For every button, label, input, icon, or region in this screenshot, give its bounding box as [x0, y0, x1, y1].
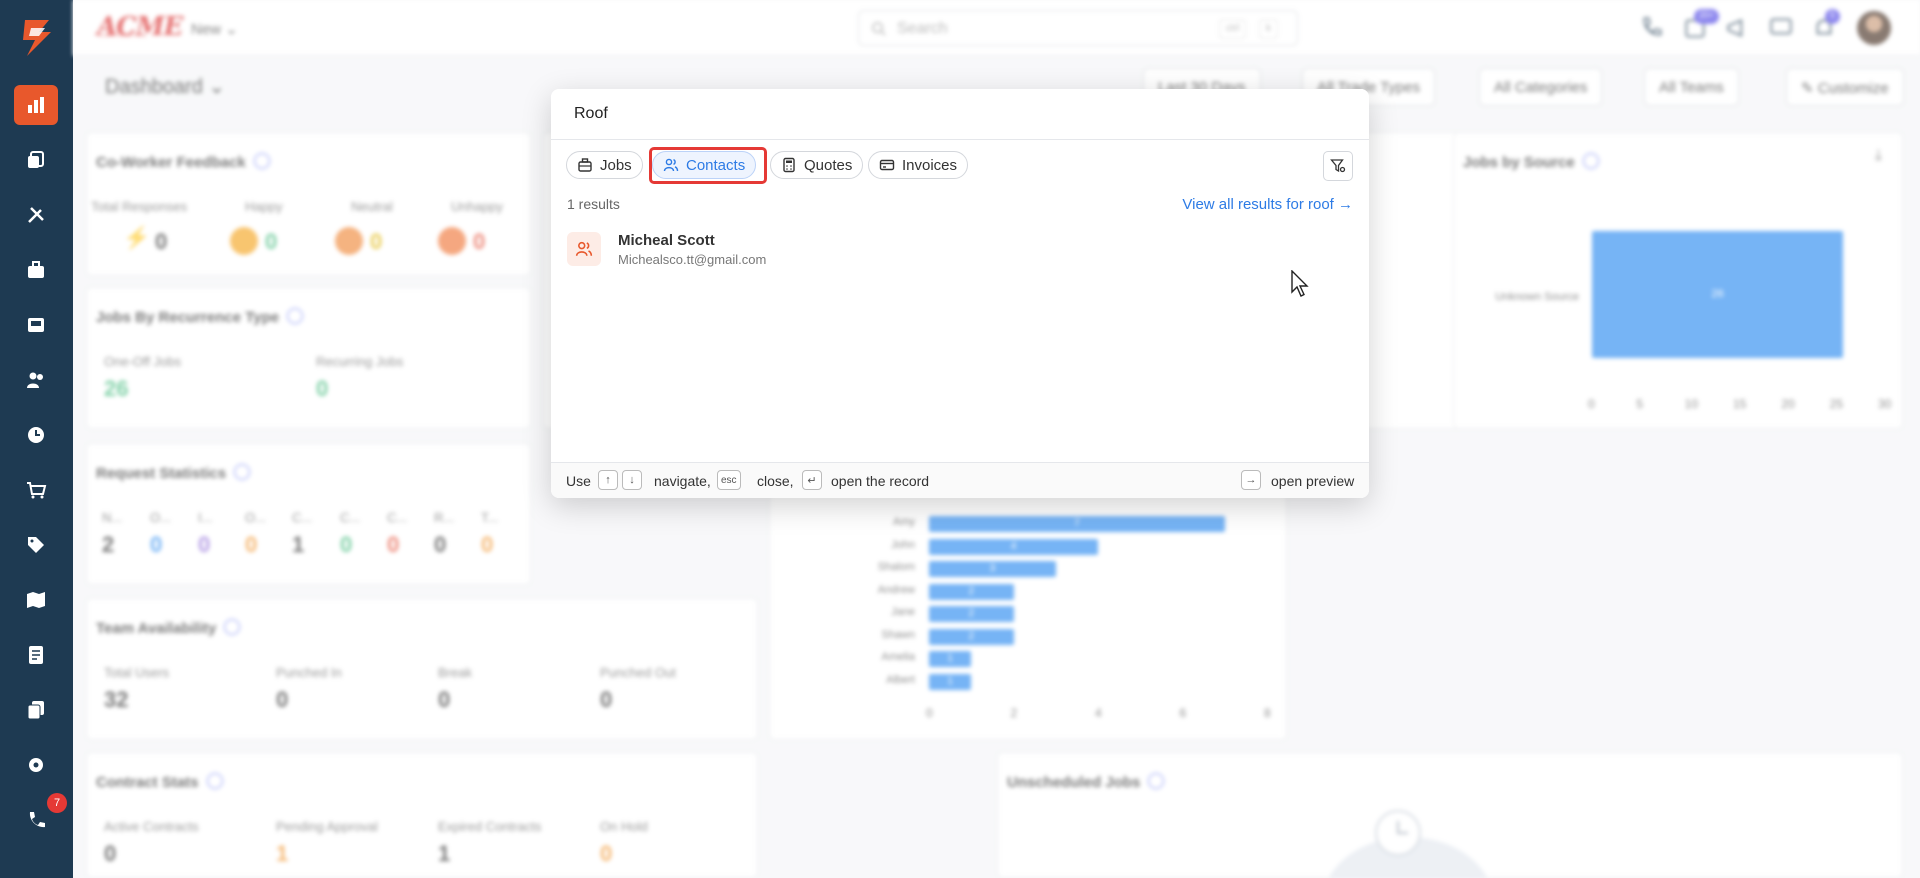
notification-badge: 7 — [47, 793, 67, 813]
sidebar-item-time[interactable] — [14, 415, 58, 455]
sidebar-item-contacts[interactable] — [14, 360, 58, 400]
sidebar-item-copy[interactable] — [14, 140, 58, 180]
global-search-modal: Jobs Contacts Quotes Invoices 1 results … — [551, 89, 1369, 498]
tag-icon — [28, 537, 44, 553]
footer-close-label: close, — [757, 473, 794, 489]
view-all-results-link[interactable]: View all results for roof → — [1182, 196, 1353, 213]
tools-icon — [28, 207, 44, 223]
search-result-item[interactable]: Micheal Scott Michealsco.tt@gmail.com — [567, 229, 1353, 271]
copy-icon — [28, 151, 44, 168]
map-icon — [27, 592, 45, 608]
sidebar-item-inbox[interactable] — [14, 305, 58, 345]
result-email: Michealsco.tt@gmail.com — [618, 252, 767, 267]
sidebar-item-cart[interactable] — [14, 470, 58, 510]
search-query-input[interactable] — [551, 89, 1369, 140]
view-all-label: View all results for roof — [1182, 196, 1334, 213]
sidebar-item-tools[interactable] — [14, 195, 58, 235]
result-count: 1 results — [567, 196, 620, 212]
esc-key: esc — [717, 470, 741, 490]
arrow-right-icon: → — [1338, 196, 1353, 213]
arrow-up-key-icon: ↑ — [598, 470, 618, 490]
app-logo-icon[interactable] — [17, 16, 57, 60]
phone-icon — [29, 812, 45, 828]
footer-use-label: Use — [566, 473, 591, 489]
footer-navigate-label: navigate, — [654, 473, 711, 489]
bar-chart-icon — [28, 97, 44, 113]
tab-label: Quotes — [804, 156, 853, 174]
inbox-icon — [28, 318, 44, 332]
sidebar-item-dashboard[interactable] — [14, 85, 58, 125]
briefcase-icon — [578, 158, 592, 172]
contact-result-icon — [567, 232, 601, 266]
briefcase-icon — [28, 261, 44, 278]
tab-quotes[interactable]: Quotes — [770, 151, 864, 179]
keyboard-hints-footer: Use ↑ ↓ navigate, esc close, ↵ open the … — [551, 462, 1369, 498]
tab-invoices[interactable]: Invoices — [868, 151, 969, 179]
result-name: Micheal Scott — [618, 232, 715, 249]
arrow-down-key-icon: ↓ — [622, 470, 642, 490]
tab-label: Invoices — [902, 156, 958, 174]
footer-open-preview-label: open preview — [1271, 473, 1355, 489]
cart-icon — [27, 482, 47, 499]
document-icon — [29, 646, 43, 664]
sidebar-item-tags[interactable] — [14, 525, 58, 565]
credit-card-icon — [879, 159, 895, 171]
files-icon — [27, 701, 44, 720]
tab-label: Jobs — [600, 156, 632, 174]
sidebar-item-map[interactable] — [14, 580, 58, 620]
users-icon — [27, 372, 43, 388]
enter-key-icon: ↵ — [802, 470, 822, 490]
sidebar-item-jobs[interactable] — [14, 250, 58, 290]
filter-settings-button[interactable] — [1323, 151, 1353, 181]
tab-jobs[interactable]: Jobs — [566, 151, 643, 179]
footer-open-record-label: open the record — [831, 473, 930, 489]
sidebar-item-settings[interactable] — [14, 745, 58, 785]
filter-settings-icon — [1330, 159, 1346, 173]
mouse-cursor-icon — [1291, 270, 1309, 297]
arrow-right-key-icon: → — [1241, 470, 1261, 490]
sidebar-item-documents[interactable] — [14, 635, 58, 675]
clock-icon — [28, 427, 44, 443]
users-icon — [575, 241, 593, 256]
sidebar-item-files[interactable] — [14, 690, 58, 730]
cog-icon — [29, 758, 43, 772]
calculator-icon — [783, 157, 795, 173]
sidebar: 7 — [0, 0, 73, 878]
active-tab-highlight — [649, 147, 767, 184]
